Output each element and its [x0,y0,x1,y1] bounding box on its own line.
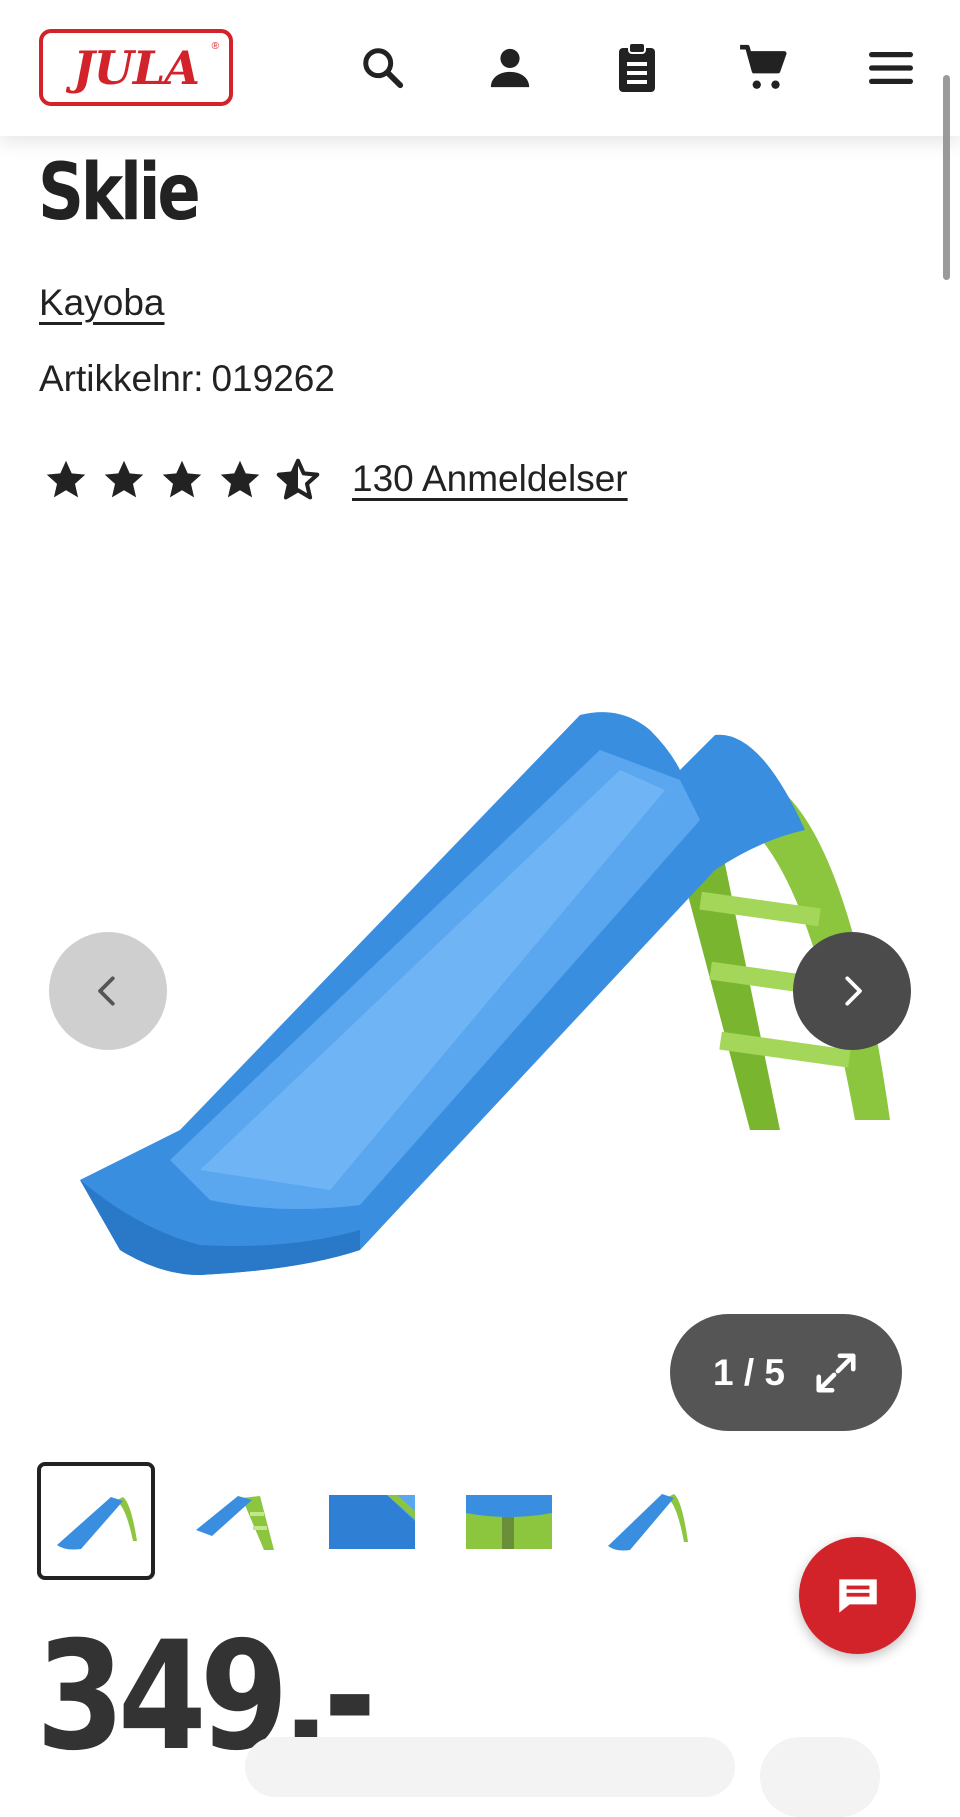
article-number-value: 019262 [211,358,335,399]
search-icon[interactable] [355,40,411,96]
article-number: Artikkelnr: 019262 [39,358,335,400]
logo-text: JULA [73,40,200,95]
rating-stars [44,458,320,502]
gallery-counter: 1 / 5 [713,1351,785,1393]
thumbnail-1[interactable] [37,1462,155,1580]
menu-icon[interactable] [863,40,919,96]
page-scrollbar[interactable] [943,75,950,280]
chat-icon [838,1578,877,1613]
star-full-icon [162,460,202,498]
site-header: JULA ® [0,0,960,136]
star-full-icon [220,460,260,498]
thumbnail-image [57,1497,137,1550]
thumbnail-2[interactable] [176,1462,294,1580]
cart-icon[interactable] [735,40,791,96]
bottom-action-bar[interactable] [245,1737,735,1797]
thumbnail-image [196,1496,274,1550]
thumbnail-4[interactable] [450,1462,568,1580]
shopping-list-icon[interactable] [609,40,665,96]
star-full-icon [46,460,86,498]
chevron-right-icon [845,976,862,1006]
thumbnail-image [608,1494,688,1551]
jula-logo[interactable]: JULA ® [39,29,233,106]
thumbnail-5[interactable] [588,1462,706,1580]
gallery-fullscreen-button[interactable]: 1 / 5 [670,1314,902,1431]
gallery-next-button[interactable] [793,932,911,1050]
bottom-action-button[interactable] [760,1737,880,1817]
chat-button[interactable] [799,1537,916,1654]
logo-registered-mark: ® [211,41,219,52]
product-title: Sklie [38,148,201,238]
star-half-icon [276,458,320,500]
thumbnail-image [466,1495,552,1549]
account-icon[interactable] [482,40,538,96]
thumbnail-3[interactable] [313,1462,431,1580]
article-number-label: Artikkelnr: [39,358,204,399]
product-image-slide[interactable] [60,690,900,1290]
thumbnail-image [329,1495,415,1549]
expand-icon [816,1352,856,1393]
gallery-prev-button[interactable] [49,932,167,1050]
star-full-icon [104,460,144,498]
reviews-link[interactable]: 130 Anmeldelser [352,458,628,500]
chevron-left-icon [98,976,115,1006]
brand-link[interactable]: Kayoba [39,282,165,324]
